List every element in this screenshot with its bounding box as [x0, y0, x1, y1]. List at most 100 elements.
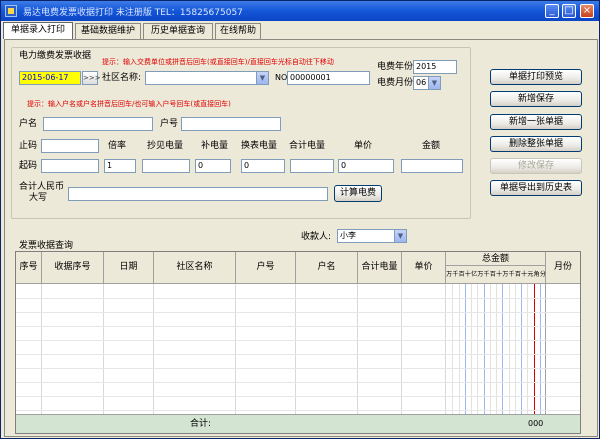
- table-row[interactable]: [16, 410, 580, 411]
- add-receipt-button[interactable]: 新增一张单据: [490, 114, 582, 130]
- tab-entry-print[interactable]: 单据录入打印: [3, 22, 73, 39]
- chevron-down-icon[interactable]: ▼: [428, 77, 440, 89]
- tab-panel: 电力缴费发票收据 提示：输入交费单位或拼音后回车(或直接回车)/直接回车光标自动…: [4, 39, 598, 437]
- payee-combo[interactable]: 小李 ▼: [337, 229, 407, 243]
- table-row[interactable]: [16, 298, 580, 299]
- month-label: 电费月份: [377, 78, 414, 88]
- delete-receipt-button[interactable]: 删除整张单据: [490, 136, 582, 152]
- table-row[interactable]: [16, 354, 580, 355]
- total-power-input[interactable]: [290, 159, 334, 173]
- digit-columns: [446, 284, 546, 414]
- digit-column: [508, 284, 510, 414]
- start-reading-input[interactable]: [41, 159, 99, 173]
- title-bar[interactable]: 易达电费发票收据打印 未注册版 TEL：15825675057 _ □ ×: [1, 1, 599, 21]
- tab-online-help[interactable]: 在线帮助: [215, 23, 261, 39]
- community-combo[interactable]: ▼: [145, 71, 269, 85]
- digit-column: [464, 284, 466, 414]
- grid-col: [296, 284, 358, 414]
- col-header-month[interactable]: 月份: [546, 252, 580, 284]
- calculate-fee-button[interactable]: 计算电费: [334, 185, 382, 202]
- date-input[interactable]: 2015-06-17: [19, 71, 81, 85]
- table-row[interactable]: [16, 382, 580, 383]
- digit-column: [496, 284, 497, 414]
- hint-community: 提示：输入交费单位或拼音后回车(或直接回车)/直接回车光标自动往下移动: [102, 58, 334, 66]
- supplement-power-input[interactable]: 0: [195, 159, 231, 173]
- stop-reading-input[interactable]: [41, 139, 99, 153]
- minimize-button[interactable]: _: [545, 4, 559, 18]
- digit-header-row: 万千百十亿万千百十万千百十元角分: [446, 266, 546, 282]
- col-header-account-no[interactable]: 户号: [236, 252, 296, 284]
- meter-change-label: 换表电量: [241, 141, 278, 151]
- digit-column: [477, 284, 479, 414]
- col-header-date[interactable]: 日期: [104, 252, 154, 284]
- payee-value: 小李: [340, 231, 356, 240]
- amount-label: 金额: [422, 141, 441, 151]
- no-label: NO: [275, 73, 288, 82]
- year-input[interactable]: 2015: [413, 60, 457, 74]
- digit-column: [483, 284, 485, 414]
- close-button[interactable]: ×: [580, 4, 594, 18]
- community-label: 社区名称:: [102, 73, 142, 83]
- receipt-no-input[interactable]: 00000001: [287, 71, 370, 85]
- modify-save-button[interactable]: 修改保存: [490, 158, 582, 174]
- maximize-button[interactable]: □: [562, 4, 576, 18]
- price-input[interactable]: 0: [338, 159, 394, 173]
- grid-footer: 合计: 000: [16, 414, 580, 433]
- total-rmb-uppercase-label: 大写: [29, 193, 48, 203]
- app-icon: [5, 5, 17, 17]
- account-name-label: 户名: [19, 119, 38, 129]
- rate-input[interactable]: 1: [104, 159, 136, 173]
- window-title: 易达电费发票收据打印 未注册版 TEL：15825675057: [23, 8, 243, 18]
- col-header-index[interactable]: 序号: [16, 252, 42, 284]
- digit-column: [539, 284, 541, 414]
- account-no-label: 户号: [160, 119, 179, 129]
- meter-change-input[interactable]: 0: [241, 159, 285, 173]
- digit-column: [521, 284, 522, 414]
- col-header-total-power[interactable]: 合计电量: [358, 252, 402, 284]
- account-name-input[interactable]: [43, 117, 153, 131]
- table-row[interactable]: [16, 396, 580, 397]
- table-row[interactable]: [16, 368, 580, 369]
- digit-column: [471, 284, 472, 414]
- col-header-price[interactable]: 单价: [402, 252, 446, 284]
- tab-history-query[interactable]: 历史单据查询: [143, 23, 213, 39]
- footer-total-value: 000: [528, 419, 544, 428]
- amount-input[interactable]: [401, 159, 463, 173]
- reading-power-input[interactable]: [142, 159, 190, 173]
- chevron-down-icon[interactable]: ▼: [394, 230, 406, 242]
- month-combo[interactable]: 06 ▼: [413, 76, 441, 90]
- section-title: 电力缴费发票收据: [19, 51, 92, 61]
- grid-col: [402, 284, 446, 414]
- table-row[interactable]: [16, 326, 580, 327]
- col-header-receipt-no[interactable]: 收据序号: [42, 252, 104, 284]
- table-row[interactable]: [16, 312, 580, 313]
- rate-label: 倍率: [108, 141, 127, 151]
- digit-column: [502, 284, 504, 414]
- total-rmb-input[interactable]: [68, 187, 328, 201]
- print-preview-button[interactable]: 单据打印预览: [490, 69, 582, 85]
- col-header-community[interactable]: 社区名称: [154, 252, 236, 284]
- digit-column: [527, 284, 529, 414]
- date-picker-button[interactable]: >>>: [82, 71, 101, 85]
- table-row[interactable]: [16, 340, 580, 341]
- digit-column: [514, 284, 516, 414]
- export-history-button[interactable]: 单据导出到历史表: [490, 180, 582, 196]
- digit-column: [452, 284, 454, 414]
- main-window: 易达电费发票收据打印 未注册版 TEL：15825675057 _ □ × 单据…: [0, 0, 600, 439]
- grid-col: [104, 284, 154, 414]
- col-header-total-amount[interactable]: 总金额 万千百十亿万千百十万千百十元角分: [446, 252, 546, 284]
- reading-power-label: 抄见电量: [147, 141, 184, 151]
- hint-account: 提示：输入户名或户名拼音后回车/也可输入户号回车(或直接回车): [27, 100, 231, 108]
- grid-col: [154, 284, 236, 414]
- chevron-down-icon[interactable]: ▼: [256, 72, 268, 84]
- grid-col: [16, 284, 42, 414]
- col-header-account-name[interactable]: 户名: [296, 252, 358, 284]
- start-reading-label: 起码: [19, 161, 38, 171]
- total-amount-title: 总金额: [446, 252, 545, 266]
- account-no-input[interactable]: [181, 117, 281, 131]
- footer-total-label: 合计:: [190, 419, 212, 429]
- digit-column: [489, 284, 491, 414]
- receipt-grid[interactable]: 序号 收据序号 日期 社区名称 户号 户名 合计电量 单价 总金额 万千百十亿万…: [15, 251, 581, 434]
- save-new-button[interactable]: 新增保存: [490, 91, 582, 107]
- tab-base-data[interactable]: 基础数据维护: [75, 23, 141, 39]
